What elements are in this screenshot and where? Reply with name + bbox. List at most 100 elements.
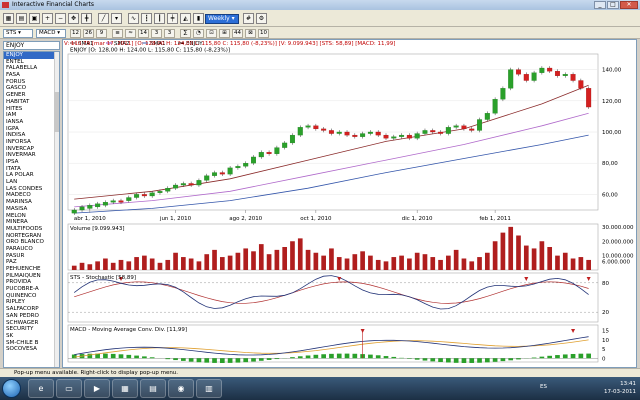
symbol-item[interactable]: INVERCAP	[4, 146, 59, 153]
start-button[interactable]	[2, 379, 21, 398]
symbol-item[interactable]: SM-CHILE B	[4, 340, 59, 347]
candle-chart-icon[interactable]: ┃	[154, 13, 165, 24]
language-indicator[interactable]: ES	[540, 384, 547, 390]
symbol-item[interactable]: HABITAT	[4, 99, 59, 106]
symbol-item[interactable]: PEHUENCHE	[4, 266, 59, 273]
symbol-item[interactable]: LAN	[4, 179, 59, 186]
tool-icon-b[interactable]: ≈	[125, 29, 136, 38]
draw-line-icon[interactable]: ╱	[98, 13, 109, 24]
symbol-item[interactable]: MASISA	[4, 206, 59, 213]
symbol-item[interactable]: MINERA	[4, 219, 59, 226]
sidebar-scrollbar[interactable]	[54, 52, 59, 367]
param-44[interactable]: 44	[232, 29, 243, 38]
pan-icon[interactable]: ✥	[68, 13, 79, 24]
symbol-item[interactable]: SK	[4, 333, 59, 340]
scrollbar-thumb[interactable]	[54, 92, 59, 132]
symbol-item[interactable]: IANSA	[4, 119, 59, 126]
symbol-item[interactable]: MULTIFOODS	[4, 226, 59, 233]
close-button[interactable]: ✕	[620, 1, 638, 9]
zoom-in-icon[interactable]: +	[42, 13, 53, 24]
study-select-1[interactable]: STS ▾	[3, 29, 33, 38]
open-icon[interactable]: ▦	[3, 13, 14, 24]
symbol-item[interactable]: QUINENCO	[4, 293, 59, 300]
dropdown-icon[interactable]: ▾	[111, 13, 122, 24]
symbol-item[interactable]: FALABELLA	[4, 65, 59, 72]
app-icon-2[interactable]: ▦	[112, 379, 138, 398]
symbol-item[interactable]: SOCOVESA	[4, 346, 59, 353]
print-icon[interactable]: ▣	[29, 13, 40, 24]
tool-icon-d[interactable]: ◔	[193, 29, 204, 38]
symbol-item[interactable]: MELON	[4, 213, 59, 220]
symbol-item[interactable]: PILMAIQUEN	[4, 273, 59, 280]
line-chart-icon[interactable]: ∿	[128, 13, 139, 24]
symbol-item[interactable]: INFORSA	[4, 139, 59, 146]
symbol-item[interactable]: IPSA	[4, 159, 59, 166]
symbol-item[interactable]: SALFACORP	[4, 306, 59, 313]
symbol-item[interactable]: LA POLAR	[4, 172, 59, 179]
symbol-item[interactable]: IGPA	[4, 126, 59, 133]
app-icon-3[interactable]: ▤	[140, 379, 166, 398]
chrome-icon[interactable]: ◉	[168, 379, 194, 398]
symbol-item[interactable]: GASCO	[4, 85, 59, 92]
symbol-item[interactable]: HITES	[4, 106, 59, 113]
zoom-out-icon[interactable]: −	[55, 13, 66, 24]
symbol-item[interactable]: NORTEGRAN	[4, 233, 59, 240]
tool-icon-e[interactable]: ⊡	[206, 29, 217, 38]
symbol-item[interactable]: SECURITY	[4, 326, 59, 333]
symbol-select[interactable]: ENJOY	[3, 41, 60, 50]
param-9[interactable]: 9	[96, 29, 107, 38]
ohlc-icon[interactable]: ╪	[167, 13, 178, 24]
symbol-item[interactable]: GENER	[4, 92, 59, 99]
param-14[interactable]: 14	[138, 29, 149, 38]
ie-icon[interactable]: e	[28, 379, 54, 398]
bar-chart-icon[interactable]: ┇	[141, 13, 152, 24]
candle	[258, 152, 264, 158]
symbol-item[interactable]: PARAUCO	[4, 246, 59, 253]
symbol-item[interactable]: SCHWAGER	[4, 320, 59, 327]
chart-area[interactable]: 140,00 120,00 100,00 80,00 60,00 abr 1, 2010 j…	[62, 39, 637, 368]
param-12[interactable]: 12	[70, 29, 81, 38]
symbol-item[interactable]: PROVIDA	[4, 279, 59, 286]
symbol-item[interactable]: ENTEL	[4, 59, 59, 66]
symbol-item[interactable]: PAZ	[4, 259, 59, 266]
volume-bar	[297, 238, 303, 270]
symbol-item[interactable]: LAS CONDES	[4, 186, 59, 193]
symbol-item[interactable]: RIPLEY	[4, 299, 59, 306]
symbol-item[interactable]: ORO BLANCO	[4, 239, 59, 246]
tool-icon-f[interactable]: ⊞	[219, 29, 230, 38]
symbol-item[interactable]: ITATA	[4, 166, 59, 173]
param-26[interactable]: 26	[83, 29, 94, 38]
symbol-item[interactable]: PASUR	[4, 253, 59, 260]
symbol-item[interactable]: MARINSA	[4, 199, 59, 206]
explorer-icon[interactable]: ▭	[56, 379, 82, 398]
minimize-button[interactable]: _	[594, 1, 606, 9]
symbol-item[interactable]: INDISA	[4, 132, 59, 139]
volume-icon[interactable]: ▮	[193, 13, 204, 24]
symbol-item[interactable]: PUCOBRE-A	[4, 286, 59, 293]
period-select[interactable]: Weekly ▾	[205, 14, 239, 24]
maximize-button[interactable]: □	[607, 1, 619, 9]
area-chart-icon[interactable]: ◭	[180, 13, 191, 24]
tool-icon-a[interactable]: ≡	[112, 29, 123, 38]
app-icon-4[interactable]: ▥	[196, 379, 222, 398]
grid-icon[interactable]: #	[243, 13, 254, 24]
param-3b[interactable]: 3	[164, 29, 175, 38]
media-icon[interactable]: ▶	[84, 379, 110, 398]
study-select-2[interactable]: MACD ▾	[36, 29, 66, 38]
chart-svg[interactable]: 140,00 120,00 100,00 80,00 60,00 abr 1, 2010 j…	[63, 40, 638, 369]
symbol-item[interactable]: INVERMAR	[4, 152, 59, 159]
symbol-item[interactable]: MADECO	[4, 192, 59, 199]
symbol-item[interactable]: FASA	[4, 72, 59, 79]
symbol-item[interactable]: FORUS	[4, 79, 59, 86]
save-icon[interactable]: ▤	[16, 13, 27, 24]
settings-icon[interactable]: ⚙	[256, 13, 267, 24]
symbol-list[interactable]: ENJOY ENTEL FALABELLA FASA FORUS GASCO GENER HA…	[3, 51, 60, 368]
symbol-item[interactable]: IAM	[4, 112, 59, 119]
tool-icon-g[interactable]: ⊠	[245, 29, 256, 38]
crosshair-icon[interactable]: ╋	[81, 13, 92, 24]
symbol-item[interactable]: SAN PEDRO	[4, 313, 59, 320]
symbol-item[interactable]: ENJOY	[4, 52, 59, 59]
param-10[interactable]: 10	[258, 29, 269, 38]
tool-icon-c[interactable]: ∑	[180, 29, 191, 38]
param-3a[interactable]: 3	[151, 29, 162, 38]
